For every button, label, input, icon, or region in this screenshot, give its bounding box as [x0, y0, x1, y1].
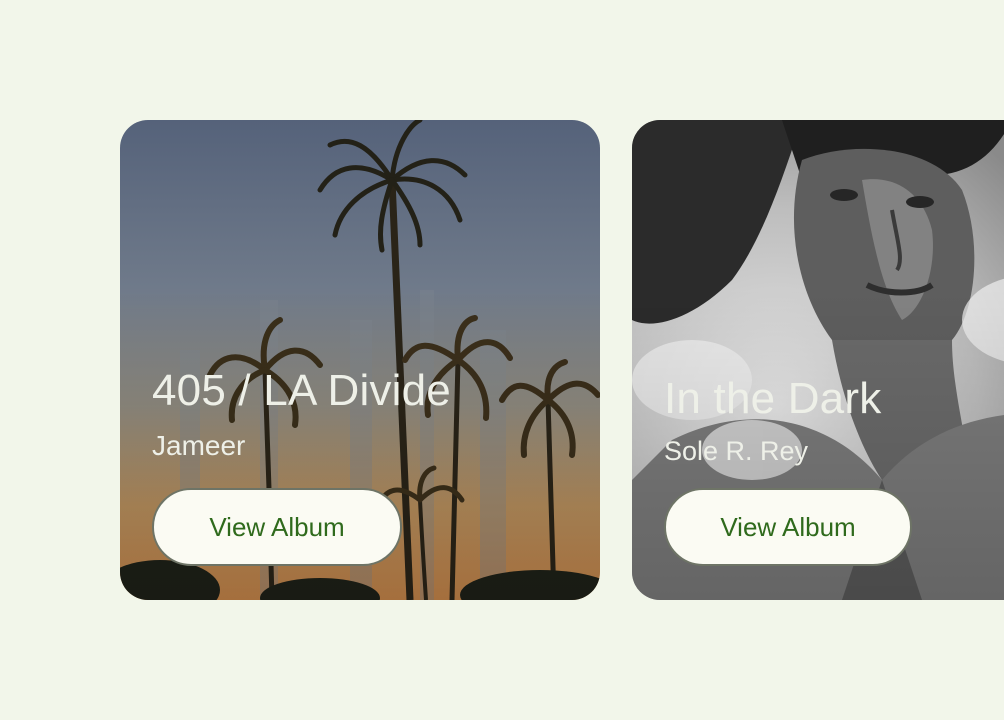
album-card[interactable]: In the Dark Sole R. Rey View Album: [632, 120, 1004, 600]
album-card[interactable]: 405 / LA Divide Jameer View Album: [120, 120, 600, 600]
album-carousel[interactable]: 405 / LA Divide Jameer View Album In the…: [0, 0, 1004, 720]
album-artist: Jameer: [152, 430, 246, 461]
album-title: In the Dark: [664, 374, 882, 423]
view-album-button[interactable]: View Album: [152, 488, 402, 566]
view-album-button[interactable]: View Album: [664, 488, 912, 566]
album-title: 405 / LA Divide: [152, 366, 451, 415]
album-artist: Sole R. Rey: [664, 436, 809, 466]
